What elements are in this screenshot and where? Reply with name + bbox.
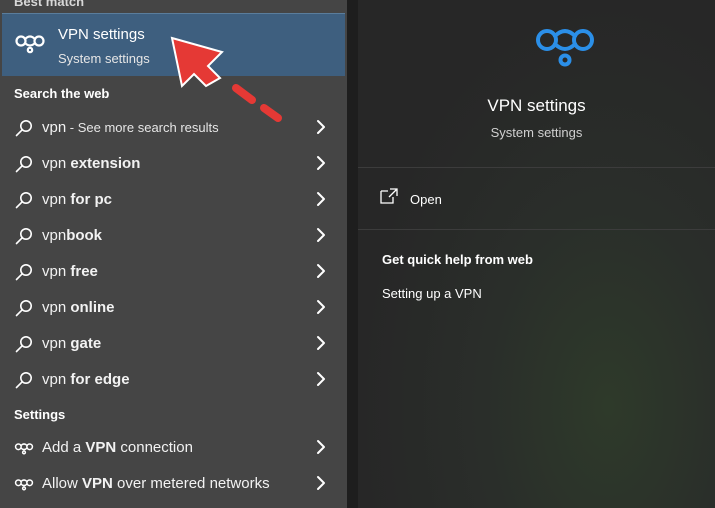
search-web-heading: Search the web bbox=[14, 86, 110, 101]
web-result-row-6[interactable]: vpn gate bbox=[2, 326, 345, 360]
chevron-right-icon[interactable] bbox=[314, 263, 328, 279]
search-icon bbox=[14, 334, 34, 354]
preview-title: VPN settings bbox=[487, 96, 586, 115]
chevron-right-icon[interactable] bbox=[314, 335, 328, 351]
pane-divider bbox=[347, 0, 358, 508]
open-external-icon bbox=[380, 188, 398, 204]
web-result-row-1[interactable]: vpn extension bbox=[2, 146, 345, 180]
best-match-heading: Best match bbox=[14, 0, 85, 9]
web-result-row-label: vpn free bbox=[42, 263, 98, 280]
settings-result-row-0[interactable]: Add a VPN connection bbox=[2, 430, 345, 464]
chevron-right-icon[interactable] bbox=[314, 227, 328, 243]
settings-result-row-label: Add a VPN connection bbox=[42, 439, 193, 456]
help-link-setting-up-vpn[interactable]: Setting up a VPN bbox=[382, 286, 482, 301]
quick-help-heading: Get quick help from web bbox=[382, 252, 533, 267]
open-label: Open bbox=[410, 192, 442, 207]
settings-heading: Settings bbox=[14, 407, 66, 422]
web-result-row-label: vpn online bbox=[42, 299, 115, 316]
search-icon bbox=[14, 370, 34, 390]
preview-separator-mid bbox=[358, 229, 715, 230]
best-match-title: VPN settings bbox=[58, 26, 145, 43]
web-result-row-label: vpn for edge bbox=[42, 371, 130, 388]
search-icon bbox=[14, 190, 34, 210]
web-result-row-5[interactable]: vpn online bbox=[2, 290, 345, 324]
preview-subtitle: System settings bbox=[490, 125, 583, 140]
search-icon bbox=[14, 154, 34, 174]
chevron-right-icon[interactable] bbox=[314, 155, 328, 171]
web-result-row-3[interactable]: vpnbook bbox=[2, 218, 345, 252]
chevron-right-icon[interactable] bbox=[314, 119, 328, 135]
chevron-right-icon[interactable] bbox=[314, 439, 328, 455]
vpn-icon bbox=[14, 474, 34, 494]
best-match-subtitle: System settings bbox=[58, 51, 150, 66]
chevron-right-icon[interactable] bbox=[314, 475, 328, 491]
open-action[interactable]: Open bbox=[380, 188, 580, 212]
search-icon bbox=[14, 298, 34, 318]
preview-separator-top bbox=[358, 167, 715, 168]
web-result-row-label: vpn extension bbox=[42, 155, 141, 172]
chevron-right-icon[interactable] bbox=[314, 299, 328, 315]
web-result-row-7[interactable]: vpn for edge bbox=[2, 362, 345, 396]
annotation-arrow bbox=[170, 36, 282, 122]
web-result-row-label: vpnbook bbox=[42, 227, 103, 244]
vpn-large-icon bbox=[536, 29, 594, 67]
search-icon bbox=[14, 118, 34, 138]
search-icon bbox=[14, 226, 34, 246]
vpn-icon bbox=[14, 438, 34, 458]
web-result-row-2[interactable]: vpn for pc bbox=[2, 182, 345, 216]
settings-result-row-1[interactable]: Allow VPN over metered networks bbox=[2, 466, 345, 500]
vpn-icon bbox=[15, 35, 45, 54]
settings-result-row-label: Allow VPN over metered networks bbox=[42, 475, 270, 492]
web-result-row-4[interactable]: vpn free bbox=[2, 254, 345, 288]
chevron-right-icon[interactable] bbox=[314, 191, 328, 207]
web-result-row-label: vpn gate bbox=[42, 335, 102, 352]
chevron-right-icon[interactable] bbox=[314, 371, 328, 387]
web-result-row-label: vpn for pc bbox=[42, 191, 113, 208]
search-icon bbox=[14, 262, 34, 282]
